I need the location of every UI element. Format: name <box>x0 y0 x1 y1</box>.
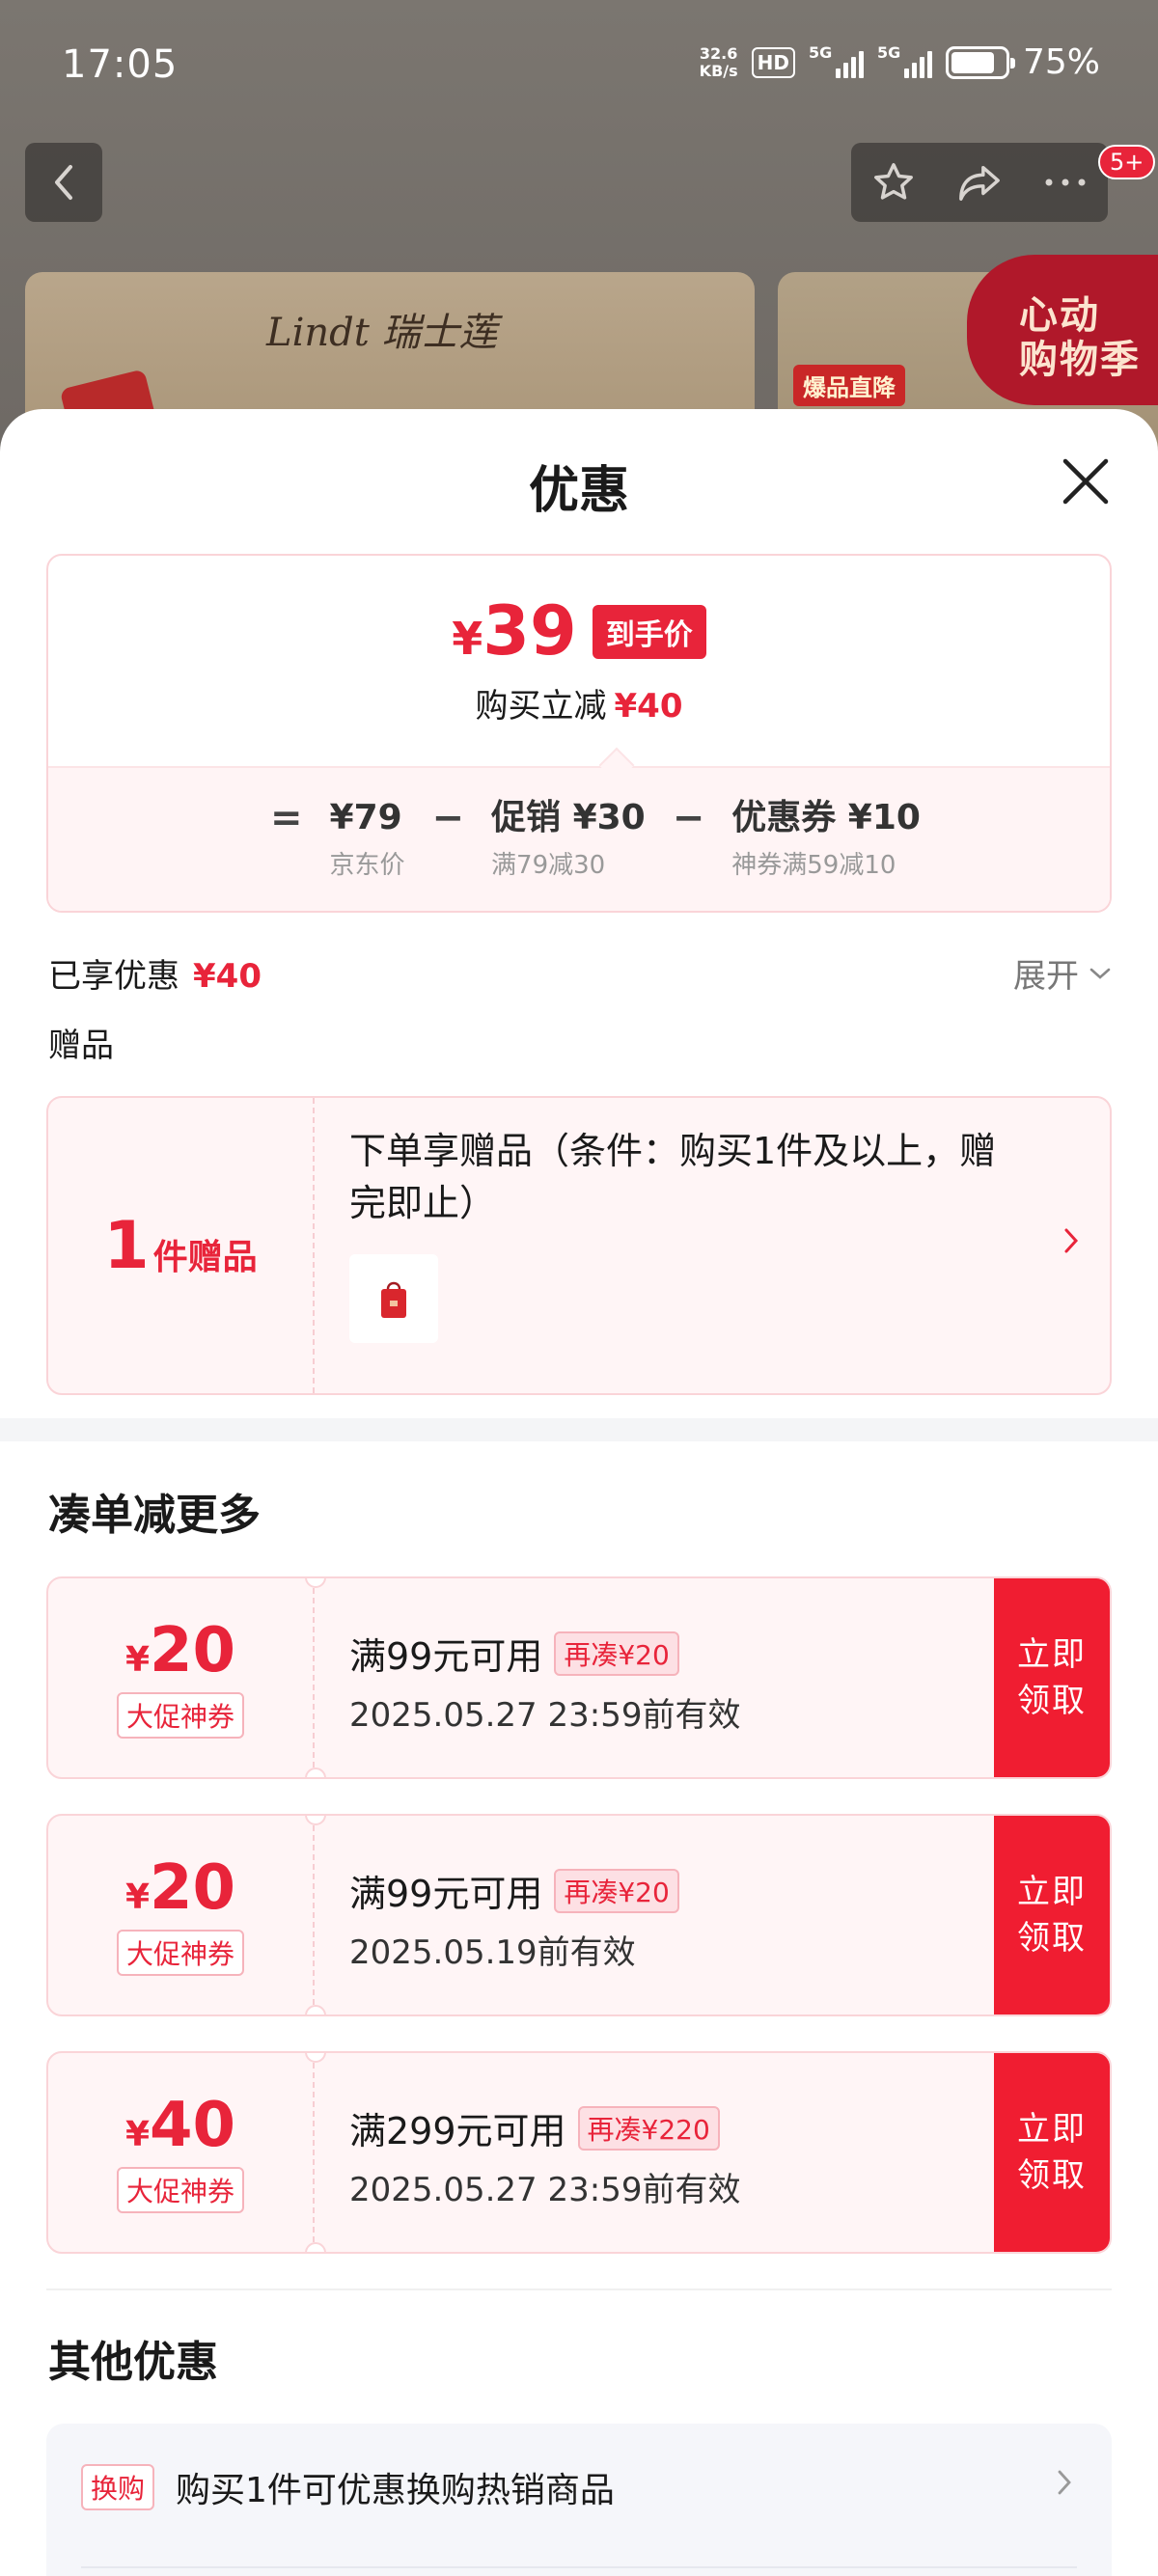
coupon-value: ¥40 大促神券 <box>48 2053 315 2252</box>
banner-tag: 爆品直降 <box>793 365 905 406</box>
star-icon[interactable] <box>871 160 916 205</box>
offer-tag: 换购 <box>81 2464 155 2510</box>
coupon-condition: 满99元可用 再凑¥20 <box>349 1627 679 1680</box>
coupon-card: ¥20 大促神券 满99元可用 再凑¥20 2025.05.27 23:59前有… <box>46 1576 1112 1779</box>
expand-button[interactable]: 展开 <box>1013 949 1112 997</box>
hd-icon: HD <box>751 46 795 78</box>
chevron-right-icon <box>1058 2470 1071 2495</box>
chevron-right-icon <box>1064 1228 1079 1253</box>
enjoyed-discount: 已享优惠 ¥40 <box>48 957 262 996</box>
gift-thumbnail[interactable] <box>349 1254 438 1343</box>
price-formula: = ¥79 京东价 − 促销 ¥30 满79减30 − 优惠券 ¥10 神券满5… <box>270 796 921 880</box>
price-summary-card: ¥ 39 到手价 购买立减 ¥40 = ¥79 京东价 − 促销 ¥30 满79减… <box>46 554 1112 913</box>
chevron-down-icon <box>1089 968 1111 979</box>
final-price-tag: 到手价 <box>592 605 706 659</box>
gift-card[interactable]: 1 件赠品 下单享赠品（条件：购买1件及以上，赠完即止） <box>46 1096 1112 1395</box>
discount-sheet: 优惠 ¥ 39 到手价 购买立减 ¥40 = ¥79 京东价 − 促销 ¥30 满… <box>0 409 1158 2576</box>
coupon-kind-badge: 大促神券 <box>116 2167 244 2213</box>
coupon-condition: 满99元可用 再凑¥20 <box>349 1864 679 1917</box>
top-action-group <box>851 143 1108 222</box>
sheet-title: 优惠 <box>528 462 629 520</box>
more-icon[interactable] <box>1043 177 1088 188</box>
section-divider <box>0 1418 1158 1441</box>
final-price: ¥ 39 到手价 <box>48 596 1110 669</box>
coupon-card: ¥20 大促神券 满99元可用 再凑¥20 2025.05.19前有效 立即 领取 <box>46 1814 1112 2016</box>
close-icon[interactable] <box>1058 453 1114 509</box>
back-button[interactable] <box>25 143 102 222</box>
coupon-expiry: 2025.05.19前有效 <box>349 1933 636 1972</box>
offer-text: 购买1件可优惠换购热销商品 <box>176 2471 615 2510</box>
coupon-value: ¥20 大促神券 <box>48 1816 315 2014</box>
promo-discount: 促销 ¥30 满79减30 <box>491 798 646 880</box>
status-icons: 32.6 KB/s HD 5G 5G 75% <box>700 42 1100 82</box>
message-badge: 5+ <box>1098 145 1156 179</box>
status-bar: 17:05 32.6 KB/s HD 5G 5G 75% <box>0 0 1158 125</box>
claim-coupon-button[interactable]: 立即 领取 <box>994 1578 1110 1777</box>
gift-description: 下单享赠品（条件：购买1件及以上，赠完即止） <box>349 1130 997 1224</box>
promo-badge: 心动 购物季 <box>967 255 1158 405</box>
battery-icon <box>945 45 1015 79</box>
claim-coupon-button[interactable]: 立即 领取 <box>994 1816 1110 2014</box>
gift-section-label: 赠品 <box>48 1027 114 1065</box>
share-icon[interactable] <box>955 160 1004 205</box>
base-price: ¥79 京东价 <box>329 798 405 880</box>
network-speed: 32.6 KB/s <box>699 43 738 80</box>
gift-bag-icon <box>381 1281 406 1318</box>
coupon-gap-pill: 再凑¥20 <box>554 1868 679 1913</box>
claim-coupon-button[interactable]: 立即 领取 <box>994 2053 1110 2252</box>
battery-percent: 75% <box>1022 42 1100 82</box>
coupon-expiry: 2025.05.27 23:59前有效 <box>349 1696 741 1735</box>
brand-logo: Lindt 瑞士莲 <box>266 311 498 355</box>
signal-icon: 5G <box>809 43 864 78</box>
coupon-gap-pill: 再凑¥20 <box>554 1631 679 1676</box>
coupon-value: ¥20 大促神券 <box>48 1578 315 1777</box>
coupon-kind-badge: 大促神券 <box>116 1930 244 1976</box>
status-time: 17:05 <box>62 42 179 87</box>
background-page: 17:05 32.6 KB/s HD 5G 5G 75% 5+ Lindt 瑞士… <box>0 0 1158 465</box>
coupon-condition: 满299元可用 再凑¥220 <box>349 2101 720 2154</box>
coupon-kind-badge: 大促神券 <box>116 1692 244 1739</box>
coupon-expiry: 2025.05.27 23:59前有效 <box>349 2171 741 2209</box>
coupon-discount: 优惠券 ¥10 神券满59减10 <box>731 798 921 880</box>
other-section-title: 其他优惠 <box>48 2338 218 2387</box>
coupon-gap-pill: 再凑¥220 <box>577 2105 720 2151</box>
coupon-card: ¥40 大促神券 满299元可用 再凑¥220 2025.05.27 23:59… <box>46 2051 1112 2254</box>
signal-icon-2: 5G <box>877 43 932 78</box>
other-offer-item[interactable]: 换购 购买1件可优惠换购热销商品 <box>46 2424 1112 2576</box>
chevron-left-icon <box>55 165 72 200</box>
saved-amount: 购买立减 ¥40 <box>475 687 683 726</box>
gift-count: 1 件赠品 <box>48 1098 315 1393</box>
divider <box>46 2288 1112 2290</box>
more-section-title: 凑单减更多 <box>48 1491 261 1540</box>
